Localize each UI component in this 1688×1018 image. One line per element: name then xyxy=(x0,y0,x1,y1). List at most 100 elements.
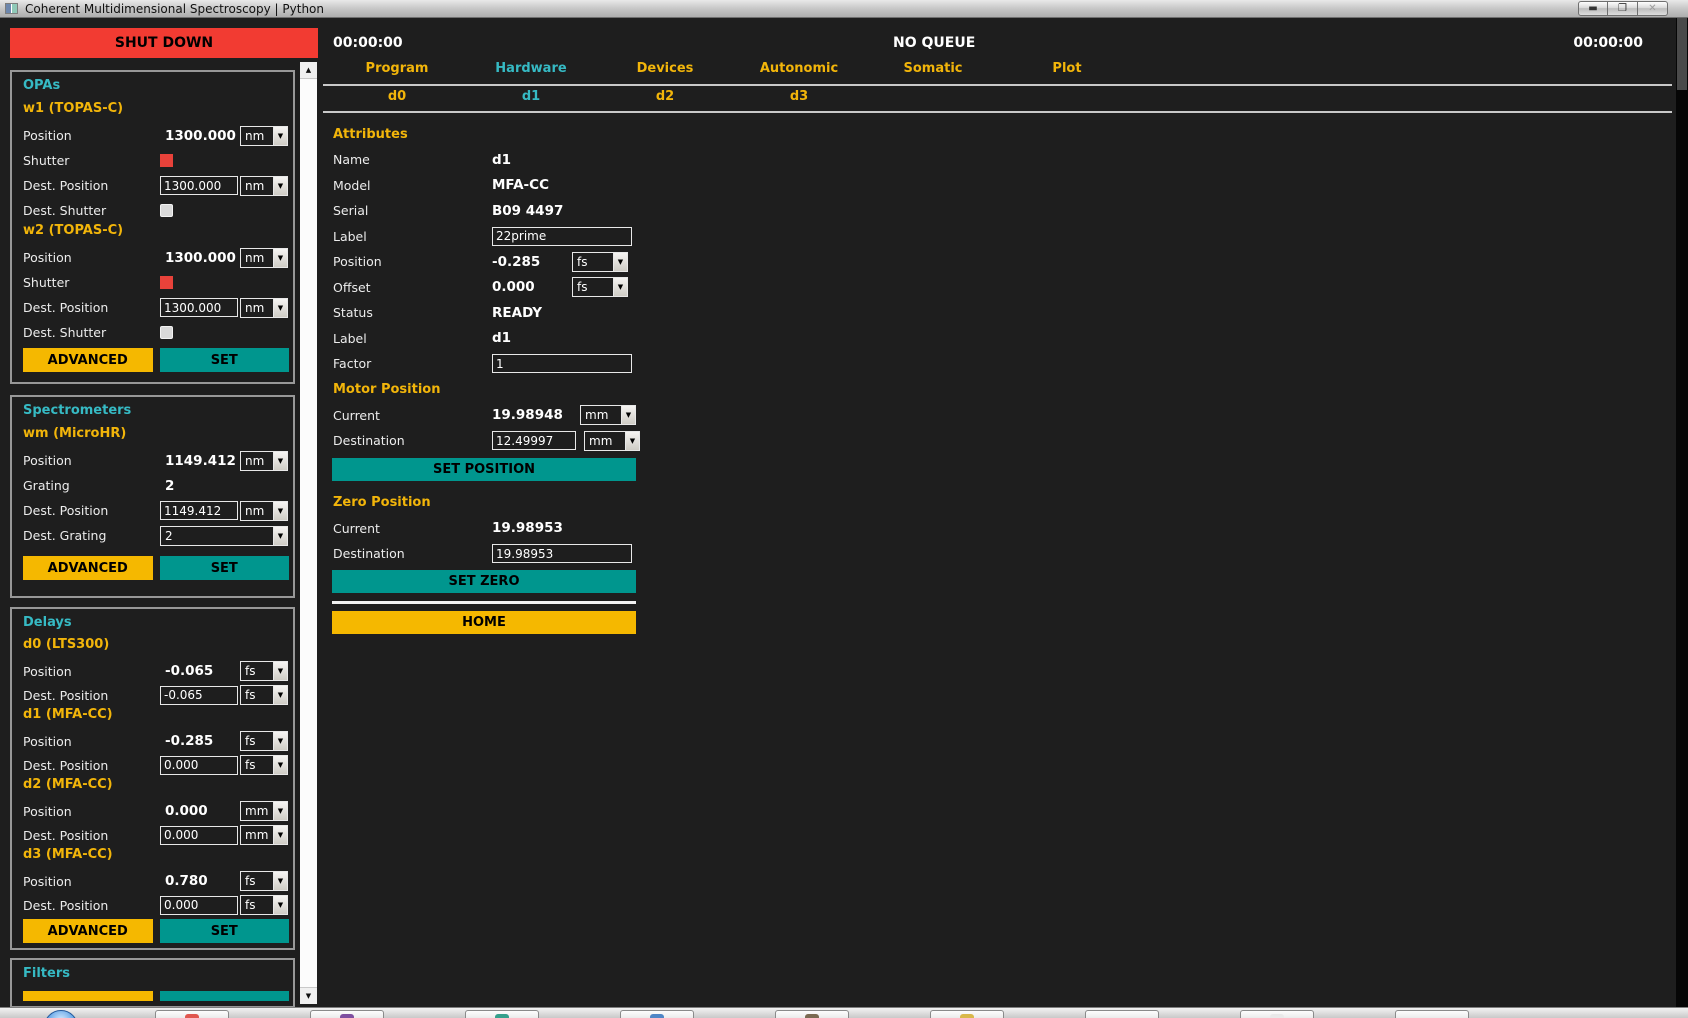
taskbar-button[interactable] xyxy=(775,1010,849,1018)
tab-devices[interactable]: Devices xyxy=(598,61,732,81)
device-heading-d1: d1 (MFA-CC) xyxy=(23,707,293,729)
device-heading-d2: d2 (MFA-CC) xyxy=(23,777,293,799)
titlebar[interactable]: Coherent Multidimensional Spectroscopy |… xyxy=(0,0,1688,18)
position-value: 1300.000 xyxy=(160,250,240,266)
dest-grating-value: 2 xyxy=(161,527,273,545)
taskbar-button[interactable] xyxy=(310,1010,384,1018)
dest-position-input[interactable] xyxy=(160,686,238,705)
taskbar-button[interactable] xyxy=(155,1010,229,1018)
field-label: Destination xyxy=(333,546,492,561)
unit-dropdown[interactable]: fs ▼ xyxy=(572,277,628,297)
set-button[interactable]: SET xyxy=(160,348,290,372)
scrollbar-thumb[interactable] xyxy=(300,79,317,987)
close-button[interactable]: ✕ xyxy=(1638,1,1668,16)
taskbar-button[interactable] xyxy=(1240,1010,1314,1018)
unit-dropdown[interactable]: nm ▼ xyxy=(240,298,288,318)
dest-shutter-checkbox[interactable] xyxy=(160,204,173,217)
taskbar-button[interactable] xyxy=(465,1010,539,1018)
dest-grating-dropdown[interactable]: 2 ▼ xyxy=(160,526,288,546)
unit-dropdown[interactable]: fs ▼ xyxy=(240,895,288,915)
field-label: Position xyxy=(23,128,160,143)
unit-value: fs xyxy=(241,732,273,750)
tab-autonomic[interactable]: Autonomic xyxy=(732,61,866,81)
scroll-up-icon[interactable]: ▲ xyxy=(300,62,317,79)
unit-dropdown[interactable]: fs ▼ xyxy=(240,661,288,681)
restore-button[interactable]: ❐ xyxy=(1608,1,1638,16)
chevron-down-icon: ▼ xyxy=(273,502,287,520)
field-row: Dest. Shutter xyxy=(23,198,293,223)
dest-position-input[interactable] xyxy=(160,756,238,775)
unit-dropdown[interactable]: nm ▼ xyxy=(240,248,288,268)
unit-dropdown[interactable]: mm ▼ xyxy=(240,825,288,845)
main-scrollbar[interactable] xyxy=(1676,18,1688,1007)
unit-dropdown[interactable]: nm ▼ xyxy=(240,501,288,521)
shutdown-button[interactable]: SHUT DOWN xyxy=(10,28,318,58)
shutter-indicator[interactable] xyxy=(160,154,173,167)
subtab-d3[interactable]: d3 xyxy=(732,89,866,109)
tab-plot[interactable]: Plot xyxy=(1000,61,1134,81)
app-window: Coherent Multidimensional Spectroscopy |… xyxy=(0,0,1688,1018)
app-icon xyxy=(5,3,18,14)
dest-shutter-checkbox[interactable] xyxy=(160,326,173,339)
subtab-d0[interactable]: d0 xyxy=(330,89,464,109)
advanced-button[interactable]: ADVANCED xyxy=(23,348,153,372)
label2-value: d1 xyxy=(492,330,572,346)
dest-position-input[interactable] xyxy=(160,501,238,520)
advanced-button[interactable] xyxy=(23,991,153,1001)
subtab-d2[interactable]: d2 xyxy=(598,89,732,109)
zero-destination-input[interactable] xyxy=(492,544,632,563)
tab-hardware[interactable]: Hardware xyxy=(464,61,598,81)
unit-dropdown[interactable]: mm ▼ xyxy=(584,431,640,451)
field-label: Position xyxy=(23,453,160,468)
tab-somatic[interactable]: Somatic xyxy=(866,61,1000,81)
tab-program[interactable]: Program xyxy=(330,61,464,81)
set-position-button[interactable]: SET POSITION xyxy=(332,458,636,481)
zero-current-value: 19.98953 xyxy=(492,520,572,536)
subtab-d1[interactable]: d1 xyxy=(464,89,598,109)
field-label: Factor xyxy=(333,356,492,371)
shutter-indicator[interactable] xyxy=(160,276,173,289)
taskbar-button[interactable] xyxy=(1085,1010,1159,1018)
unit-value: fs xyxy=(241,662,273,680)
section-heading: Motor Position xyxy=(333,377,653,403)
unit-dropdown[interactable]: nm ▼ xyxy=(240,176,288,196)
field-row: Position 1149.412 nm ▼ xyxy=(23,448,293,473)
set-button[interactable]: SET xyxy=(160,919,290,943)
scrollbar-thumb[interactable] xyxy=(1677,18,1687,90)
home-button[interactable]: HOME xyxy=(332,611,636,634)
taskbar-button[interactable] xyxy=(930,1010,1004,1018)
unit-dropdown[interactable]: fs ▼ xyxy=(240,755,288,775)
dest-position-input[interactable] xyxy=(160,896,238,915)
unit-dropdown[interactable]: nm ▼ xyxy=(240,126,288,146)
unit-dropdown[interactable]: mm ▼ xyxy=(580,405,636,425)
label-input[interactable] xyxy=(492,227,632,246)
field-label: Position xyxy=(23,804,160,819)
unit-value: nm xyxy=(241,127,273,145)
chevron-down-icon: ▼ xyxy=(273,249,287,267)
set-button[interactable] xyxy=(160,991,290,1001)
advanced-button[interactable]: ADVANCED xyxy=(23,556,153,580)
dest-position-input[interactable] xyxy=(160,826,238,845)
set-zero-button[interactable]: SET ZERO xyxy=(332,570,636,593)
sidebar-scrollbar[interactable]: ▲ ▼ xyxy=(300,62,317,1004)
unit-dropdown[interactable]: fs ▼ xyxy=(240,685,288,705)
set-button[interactable]: SET xyxy=(160,556,290,580)
start-button[interactable] xyxy=(44,1010,78,1018)
scroll-down-icon[interactable]: ▼ xyxy=(300,987,317,1004)
field-label: Dest. Position xyxy=(23,300,160,315)
unit-dropdown[interactable]: fs ▼ xyxy=(240,731,288,751)
motor-destination-input[interactable] xyxy=(492,431,576,450)
advanced-button[interactable]: ADVANCED xyxy=(23,919,153,943)
unit-dropdown[interactable]: nm ▼ xyxy=(240,451,288,471)
unit-dropdown[interactable]: mm ▼ xyxy=(240,801,288,821)
taskbar-button[interactable] xyxy=(620,1010,694,1018)
unit-dropdown[interactable]: fs ▼ xyxy=(240,871,288,891)
factor-input[interactable] xyxy=(492,354,632,373)
unit-value: fs xyxy=(241,896,273,914)
dest-position-input[interactable] xyxy=(160,176,238,195)
dest-position-input[interactable] xyxy=(160,298,238,317)
taskbar-button[interactable] xyxy=(1395,1010,1469,1018)
field-row: Label xyxy=(333,224,653,250)
minimize-button[interactable]: ▬ xyxy=(1578,1,1608,16)
unit-dropdown[interactable]: fs ▼ xyxy=(572,252,628,272)
